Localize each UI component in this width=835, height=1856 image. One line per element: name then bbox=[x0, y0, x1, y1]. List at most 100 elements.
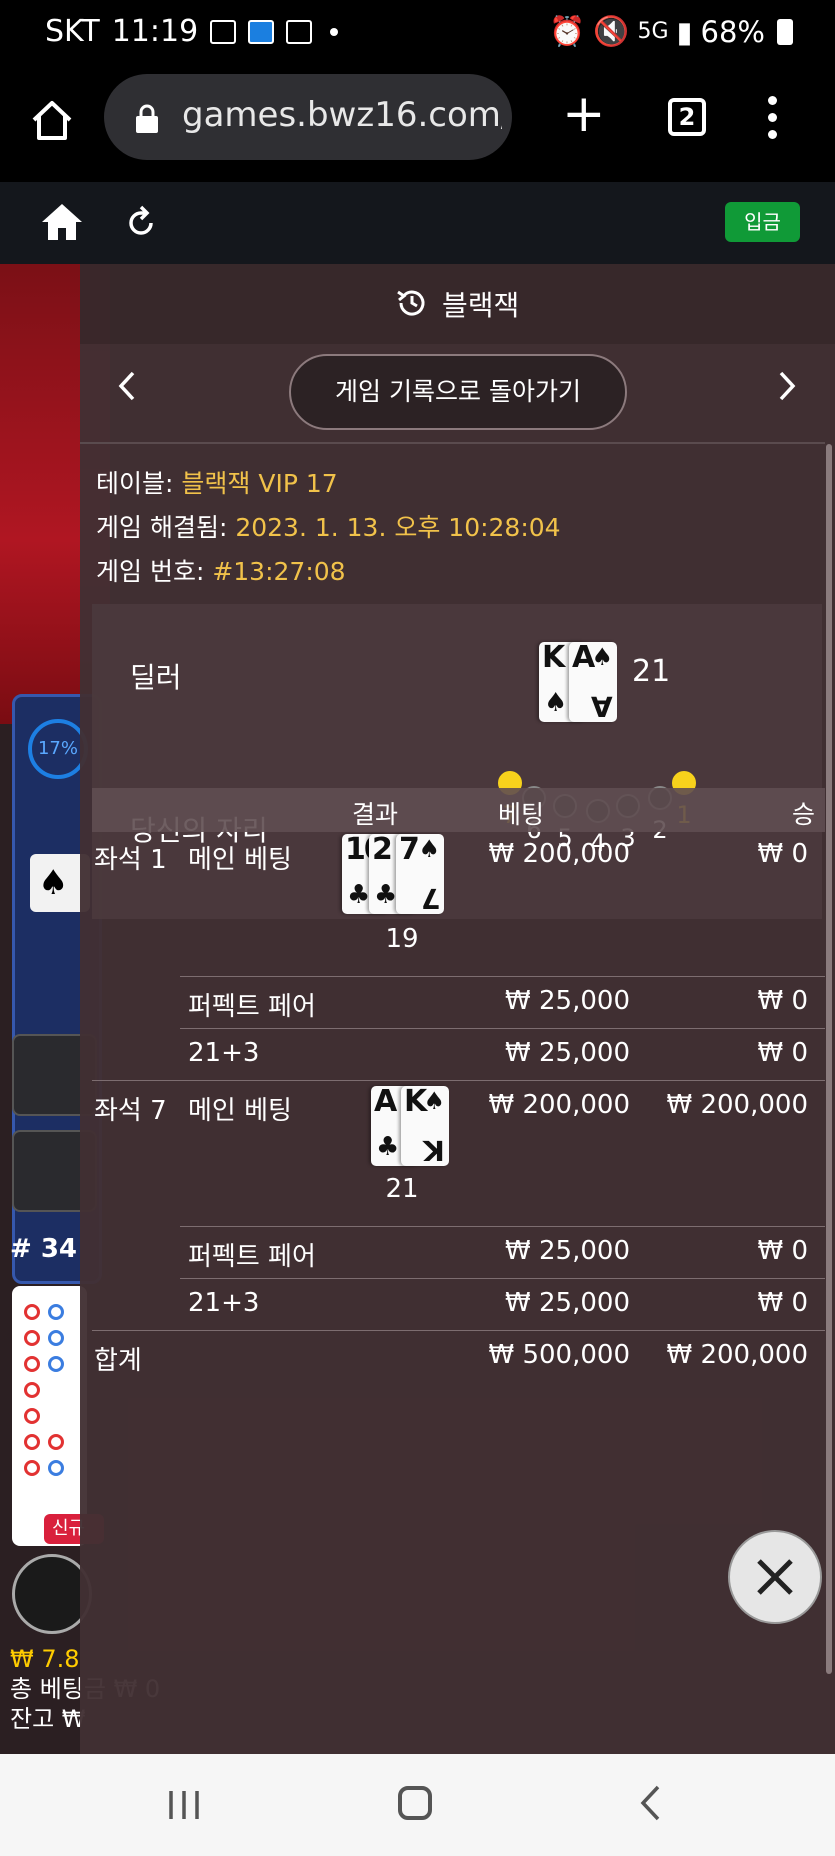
card-rank: K bbox=[404, 1086, 427, 1119]
game-number-info: 게임 번호: #13:27:08 bbox=[96, 557, 346, 586]
seat-7-label: 좌석 7 bbox=[94, 1096, 167, 1126]
tab-switcher-button[interactable]: 2 bbox=[668, 98, 706, 136]
playing-card: A ♠ A bbox=[569, 642, 617, 722]
battery-icon bbox=[777, 18, 793, 45]
seat-1-pp-win: ₩ 0 bbox=[757, 986, 808, 1016]
seat-7-total: 21 bbox=[385, 1174, 419, 1204]
seat-1-main-label: 메인 베팅 bbox=[188, 845, 292, 875]
card-rank: 7 bbox=[399, 834, 420, 867]
gallery-icon bbox=[210, 19, 237, 44]
row-divider bbox=[180, 1226, 825, 1227]
system-home-icon[interactable] bbox=[398, 1786, 432, 1820]
win-column-header: 승 bbox=[792, 800, 816, 829]
history-icon bbox=[397, 290, 425, 316]
card-rank: 2 bbox=[372, 834, 393, 867]
system-nav-bar bbox=[0, 1754, 835, 1856]
playing-card: 7 ♠ 7 bbox=[396, 834, 444, 914]
browser-home-icon[interactable] bbox=[30, 98, 74, 142]
row-divider bbox=[180, 1278, 825, 1279]
system-back-icon[interactable] bbox=[638, 1784, 662, 1822]
game-home-icon[interactable] bbox=[40, 200, 84, 244]
lock-icon bbox=[136, 104, 158, 133]
carrier-label: SKT bbox=[45, 14, 100, 49]
deposit-button[interactable]: 입금 bbox=[725, 202, 800, 242]
table-name: 블랙잭 VIP 17 bbox=[181, 469, 338, 498]
seat-1-213-label: 21+3 bbox=[188, 1038, 260, 1068]
bet-column-header: 베팅 bbox=[498, 800, 545, 829]
k-app-icon bbox=[286, 19, 313, 44]
status-bar: SKT 11:19 ⏰ 🔇 5G ▮ 68% bbox=[0, 0, 835, 68]
address-bar[interactable]: games.bwz16.com/l bbox=[104, 74, 512, 160]
results-table-header: 결과 베팅 승 bbox=[92, 788, 825, 832]
scrollbar[interactable] bbox=[826, 444, 832, 1674]
seat-7-cards: A ♣ K ♠ K bbox=[371, 1086, 456, 1166]
card-suit-icon: ♠ bbox=[418, 835, 440, 863]
seat-7-pp-label: 퍼펙트 페어 bbox=[188, 1242, 316, 1272]
total-win: ₩ 200,000 bbox=[666, 1340, 809, 1370]
card-rank-inverted: A bbox=[591, 690, 613, 722]
refresh-icon[interactable] bbox=[125, 204, 157, 238]
alarm-icon: ⏰ bbox=[549, 14, 586, 48]
browser-menu-icon[interactable] bbox=[768, 96, 778, 140]
more-notifications-icon bbox=[330, 27, 339, 36]
modal-title: 블랙잭 bbox=[442, 289, 520, 322]
seat-7-main-win: ₩ 200,000 bbox=[666, 1090, 809, 1120]
back-to-history-button[interactable]: 게임 기록으로 돌아가기 bbox=[289, 354, 627, 430]
divider bbox=[80, 442, 825, 444]
resolved-info: 게임 해결됨: 2023. 1. 13. 오후 10:28:04 bbox=[96, 513, 561, 542]
seat-1-213-win: ₩ 0 bbox=[757, 1038, 808, 1068]
card-rank: A bbox=[572, 642, 595, 675]
card-suit-icon: ♠ bbox=[544, 688, 568, 718]
dealer-label: 딜러 bbox=[130, 661, 182, 694]
round-number: # 34 bbox=[10, 1234, 78, 1264]
resolved-time: 2023. 1. 13. 오후 10:28:04 bbox=[235, 513, 561, 542]
card-suit-icon: ♠ bbox=[423, 1087, 445, 1115]
close-icon bbox=[757, 1559, 793, 1595]
signal-icon: ▮ bbox=[676, 14, 693, 49]
card-suit-icon: ♣ bbox=[376, 1132, 400, 1162]
seat-1-label: 좌석 1 bbox=[94, 845, 167, 875]
table-info: 테이블: 블랙잭 VIP 17 bbox=[96, 469, 338, 498]
seat-1-cards: 10 ♣ 2 ♣ 7 ♠ 7 bbox=[342, 834, 444, 914]
seat-1-main-win: ₩ 0 bbox=[757, 839, 808, 869]
seat-7-213-label: 21+3 bbox=[188, 1288, 260, 1318]
mute-icon: 🔇 bbox=[593, 14, 630, 48]
browser-toolbar: games.bwz16.com/l + 2 bbox=[0, 68, 835, 182]
card-rank: A bbox=[374, 1086, 397, 1119]
card-suit-icon: ♣ bbox=[374, 880, 398, 910]
card-rank-inverted: 7 bbox=[420, 882, 440, 914]
card-rank-inverted: K bbox=[423, 1134, 445, 1166]
seat-7-main-label: 메인 베팅 bbox=[188, 1096, 292, 1126]
seat-1-pp-label: 퍼펙트 페어 bbox=[188, 992, 316, 1022]
game-history-modal: 블랙잭 게임 기록으로 돌아가기 테이블: 블랙잭 VIP 17 게임 해결됨:… bbox=[80, 264, 835, 1754]
next-game-icon[interactable] bbox=[775, 369, 799, 403]
dealer-cards: K ♠ A ♠ A bbox=[539, 642, 629, 722]
result-column-header: 결과 bbox=[352, 800, 399, 829]
game-number: #13:27:08 bbox=[212, 557, 346, 586]
card-rank: K bbox=[542, 642, 565, 675]
app-notification-icon bbox=[248, 19, 275, 44]
screen: SKT 11:19 ⏰ 🔇 5G ▮ 68% games.bwz16.com/l bbox=[0, 0, 835, 1856]
row-divider bbox=[92, 1080, 825, 1081]
seat-7-pp-win: ₩ 0 bbox=[757, 1236, 808, 1266]
card-suit-icon: ♣ bbox=[347, 880, 371, 910]
clock: 11:19 bbox=[111, 14, 199, 49]
dealer-total: 21 bbox=[632, 654, 671, 689]
url-text: games.bwz16.com/l bbox=[182, 95, 502, 135]
modal-header: 블랙잭 bbox=[80, 264, 835, 344]
close-button[interactable] bbox=[728, 1530, 822, 1624]
progress-indicator: 17% bbox=[28, 719, 88, 779]
seat-7-213-win: ₩ 0 bbox=[757, 1288, 808, 1318]
battery-percent: 68% bbox=[700, 14, 765, 49]
total-label: 합계 bbox=[94, 1346, 142, 1376]
recent-apps-icon[interactable] bbox=[168, 1788, 200, 1822]
row-divider bbox=[180, 976, 825, 977]
new-tab-button[interactable]: + bbox=[562, 88, 606, 140]
row-divider bbox=[92, 1330, 825, 1331]
network-label: 5G bbox=[637, 19, 669, 44]
game-header: 입금 bbox=[0, 182, 835, 264]
playing-card: K ♠ K bbox=[401, 1086, 449, 1166]
card-suit-icon: ♠ bbox=[591, 643, 613, 671]
seat-1-total: 19 bbox=[385, 924, 419, 954]
previous-game-icon[interactable] bbox=[115, 369, 139, 403]
